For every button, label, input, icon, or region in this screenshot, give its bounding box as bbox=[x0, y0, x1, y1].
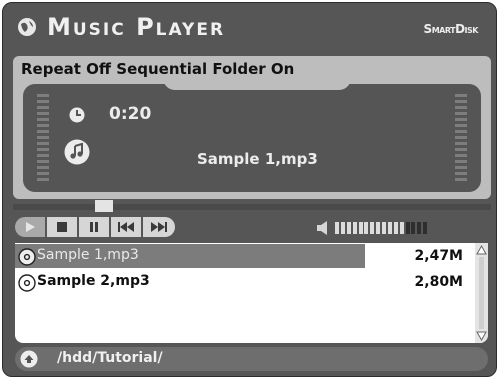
now-playing-display: 0:20 Sample 1,mp3 bbox=[23, 84, 481, 192]
up-folder-icon[interactable] bbox=[20, 350, 38, 368]
meter-tick bbox=[37, 106, 49, 109]
meter-tick bbox=[37, 172, 49, 175]
meter-tick bbox=[455, 154, 467, 157]
meter-tick bbox=[37, 178, 49, 181]
transport-controls bbox=[13, 214, 491, 242]
volume-segment[interactable] bbox=[335, 222, 339, 234]
file-size: 2,80M bbox=[414, 274, 463, 290]
stop-icon bbox=[57, 222, 67, 232]
next-button[interactable] bbox=[143, 217, 175, 237]
next-icon bbox=[151, 222, 167, 232]
meter-tick bbox=[455, 118, 467, 121]
meter-tick bbox=[455, 124, 467, 127]
level-meter-left bbox=[37, 94, 49, 182]
file-name: Sample 1,mp3 bbox=[37, 247, 139, 263]
meter-tick bbox=[455, 100, 467, 103]
playback-mode-status: Repeat Off Sequential Folder On bbox=[21, 60, 295, 78]
meter-tick bbox=[37, 148, 49, 151]
play-button[interactable] bbox=[15, 217, 45, 237]
meter-tick bbox=[37, 160, 49, 163]
cd-icon bbox=[18, 274, 36, 292]
meter-tick bbox=[455, 166, 467, 169]
music-note-icon bbox=[64, 139, 90, 165]
file-name: Sample 2,mp3 bbox=[37, 273, 150, 289]
meter-tick bbox=[37, 136, 49, 139]
title-bar: Music Player SmartDisk bbox=[3, 3, 496, 51]
meter-tick bbox=[37, 124, 49, 127]
cd-icon bbox=[18, 248, 36, 266]
volume-segment[interactable] bbox=[388, 222, 392, 234]
volume-slider[interactable] bbox=[335, 222, 429, 234]
path-bar: /hdd/Tutorial/ bbox=[15, 347, 488, 371]
level-meter-right bbox=[455, 94, 467, 182]
meter-tick bbox=[37, 94, 49, 97]
file-size: 2,47M bbox=[414, 248, 463, 264]
volume-segment[interactable] bbox=[359, 222, 363, 234]
app-title: Music Player bbox=[47, 13, 226, 41]
previous-button[interactable] bbox=[111, 217, 141, 237]
meter-tick bbox=[37, 118, 49, 121]
volume-segment[interactable] bbox=[376, 222, 380, 234]
meter-tick bbox=[455, 136, 467, 139]
scroll-track[interactable] bbox=[479, 257, 484, 329]
scroll-down-arrow-icon[interactable] bbox=[476, 329, 487, 343]
meter-tick bbox=[455, 160, 467, 163]
meter-tick bbox=[455, 142, 467, 145]
display-notch bbox=[163, 78, 351, 90]
volume-segment[interactable] bbox=[417, 222, 421, 234]
volume-segment[interactable] bbox=[423, 222, 427, 234]
seek-track[interactable] bbox=[13, 204, 491, 210]
file-list: Sample 1,mp3 2,47M Sample 2,mp3 2,80M bbox=[15, 243, 488, 343]
volume-segment[interactable] bbox=[382, 222, 386, 234]
scroll-up-arrow-icon[interactable] bbox=[476, 243, 487, 257]
stop-button[interactable] bbox=[47, 217, 77, 237]
meter-tick bbox=[37, 100, 49, 103]
meter-tick bbox=[455, 106, 467, 109]
list-scrollbar[interactable] bbox=[475, 243, 488, 343]
volume-segment[interactable] bbox=[341, 222, 345, 234]
volume-segment[interactable] bbox=[411, 222, 415, 234]
pause-icon bbox=[90, 222, 98, 232]
previous-icon bbox=[118, 222, 134, 232]
brand-label: SmartDisk bbox=[423, 22, 479, 36]
clock-icon bbox=[69, 107, 85, 123]
volume-segment[interactable] bbox=[347, 222, 351, 234]
meter-tick bbox=[37, 154, 49, 157]
volume-segment[interactable] bbox=[400, 222, 404, 234]
seek-handle[interactable] bbox=[95, 200, 113, 212]
file-row[interactable]: Sample 2,mp3 2,80M bbox=[15, 270, 471, 294]
status-panel: Repeat Off Sequential Folder On 0:20 Sam… bbox=[13, 56, 491, 199]
meter-tick bbox=[455, 148, 467, 151]
elapsed-time: 0:20 bbox=[109, 104, 152, 124]
meter-tick bbox=[455, 178, 467, 181]
play-icon bbox=[26, 222, 35, 232]
music-player-window: Music Player SmartDisk Repeat Off Sequen… bbox=[2, 2, 497, 377]
pause-button[interactable] bbox=[79, 217, 109, 237]
meter-tick bbox=[455, 172, 467, 175]
meter-tick bbox=[37, 112, 49, 115]
meter-tick bbox=[455, 130, 467, 133]
volume-segment[interactable] bbox=[370, 222, 374, 234]
meter-tick bbox=[455, 94, 467, 97]
globe-logo-icon bbox=[18, 18, 36, 36]
file-row[interactable]: Sample 1,mp3 2,47M bbox=[15, 244, 471, 268]
volume-segment[interactable] bbox=[353, 222, 357, 234]
volume-segment[interactable] bbox=[394, 222, 398, 234]
meter-tick bbox=[37, 142, 49, 145]
meter-tick bbox=[37, 166, 49, 169]
current-path: /hdd/Tutorial/ bbox=[57, 350, 163, 366]
meter-tick bbox=[455, 112, 467, 115]
volume-segment[interactable] bbox=[406, 222, 410, 234]
volume-segment[interactable] bbox=[364, 222, 368, 234]
speaker-icon[interactable] bbox=[315, 220, 331, 236]
seek-bar[interactable] bbox=[13, 200, 491, 213]
meter-tick bbox=[37, 130, 49, 133]
current-track-name: Sample 1,mp3 bbox=[197, 150, 318, 168]
